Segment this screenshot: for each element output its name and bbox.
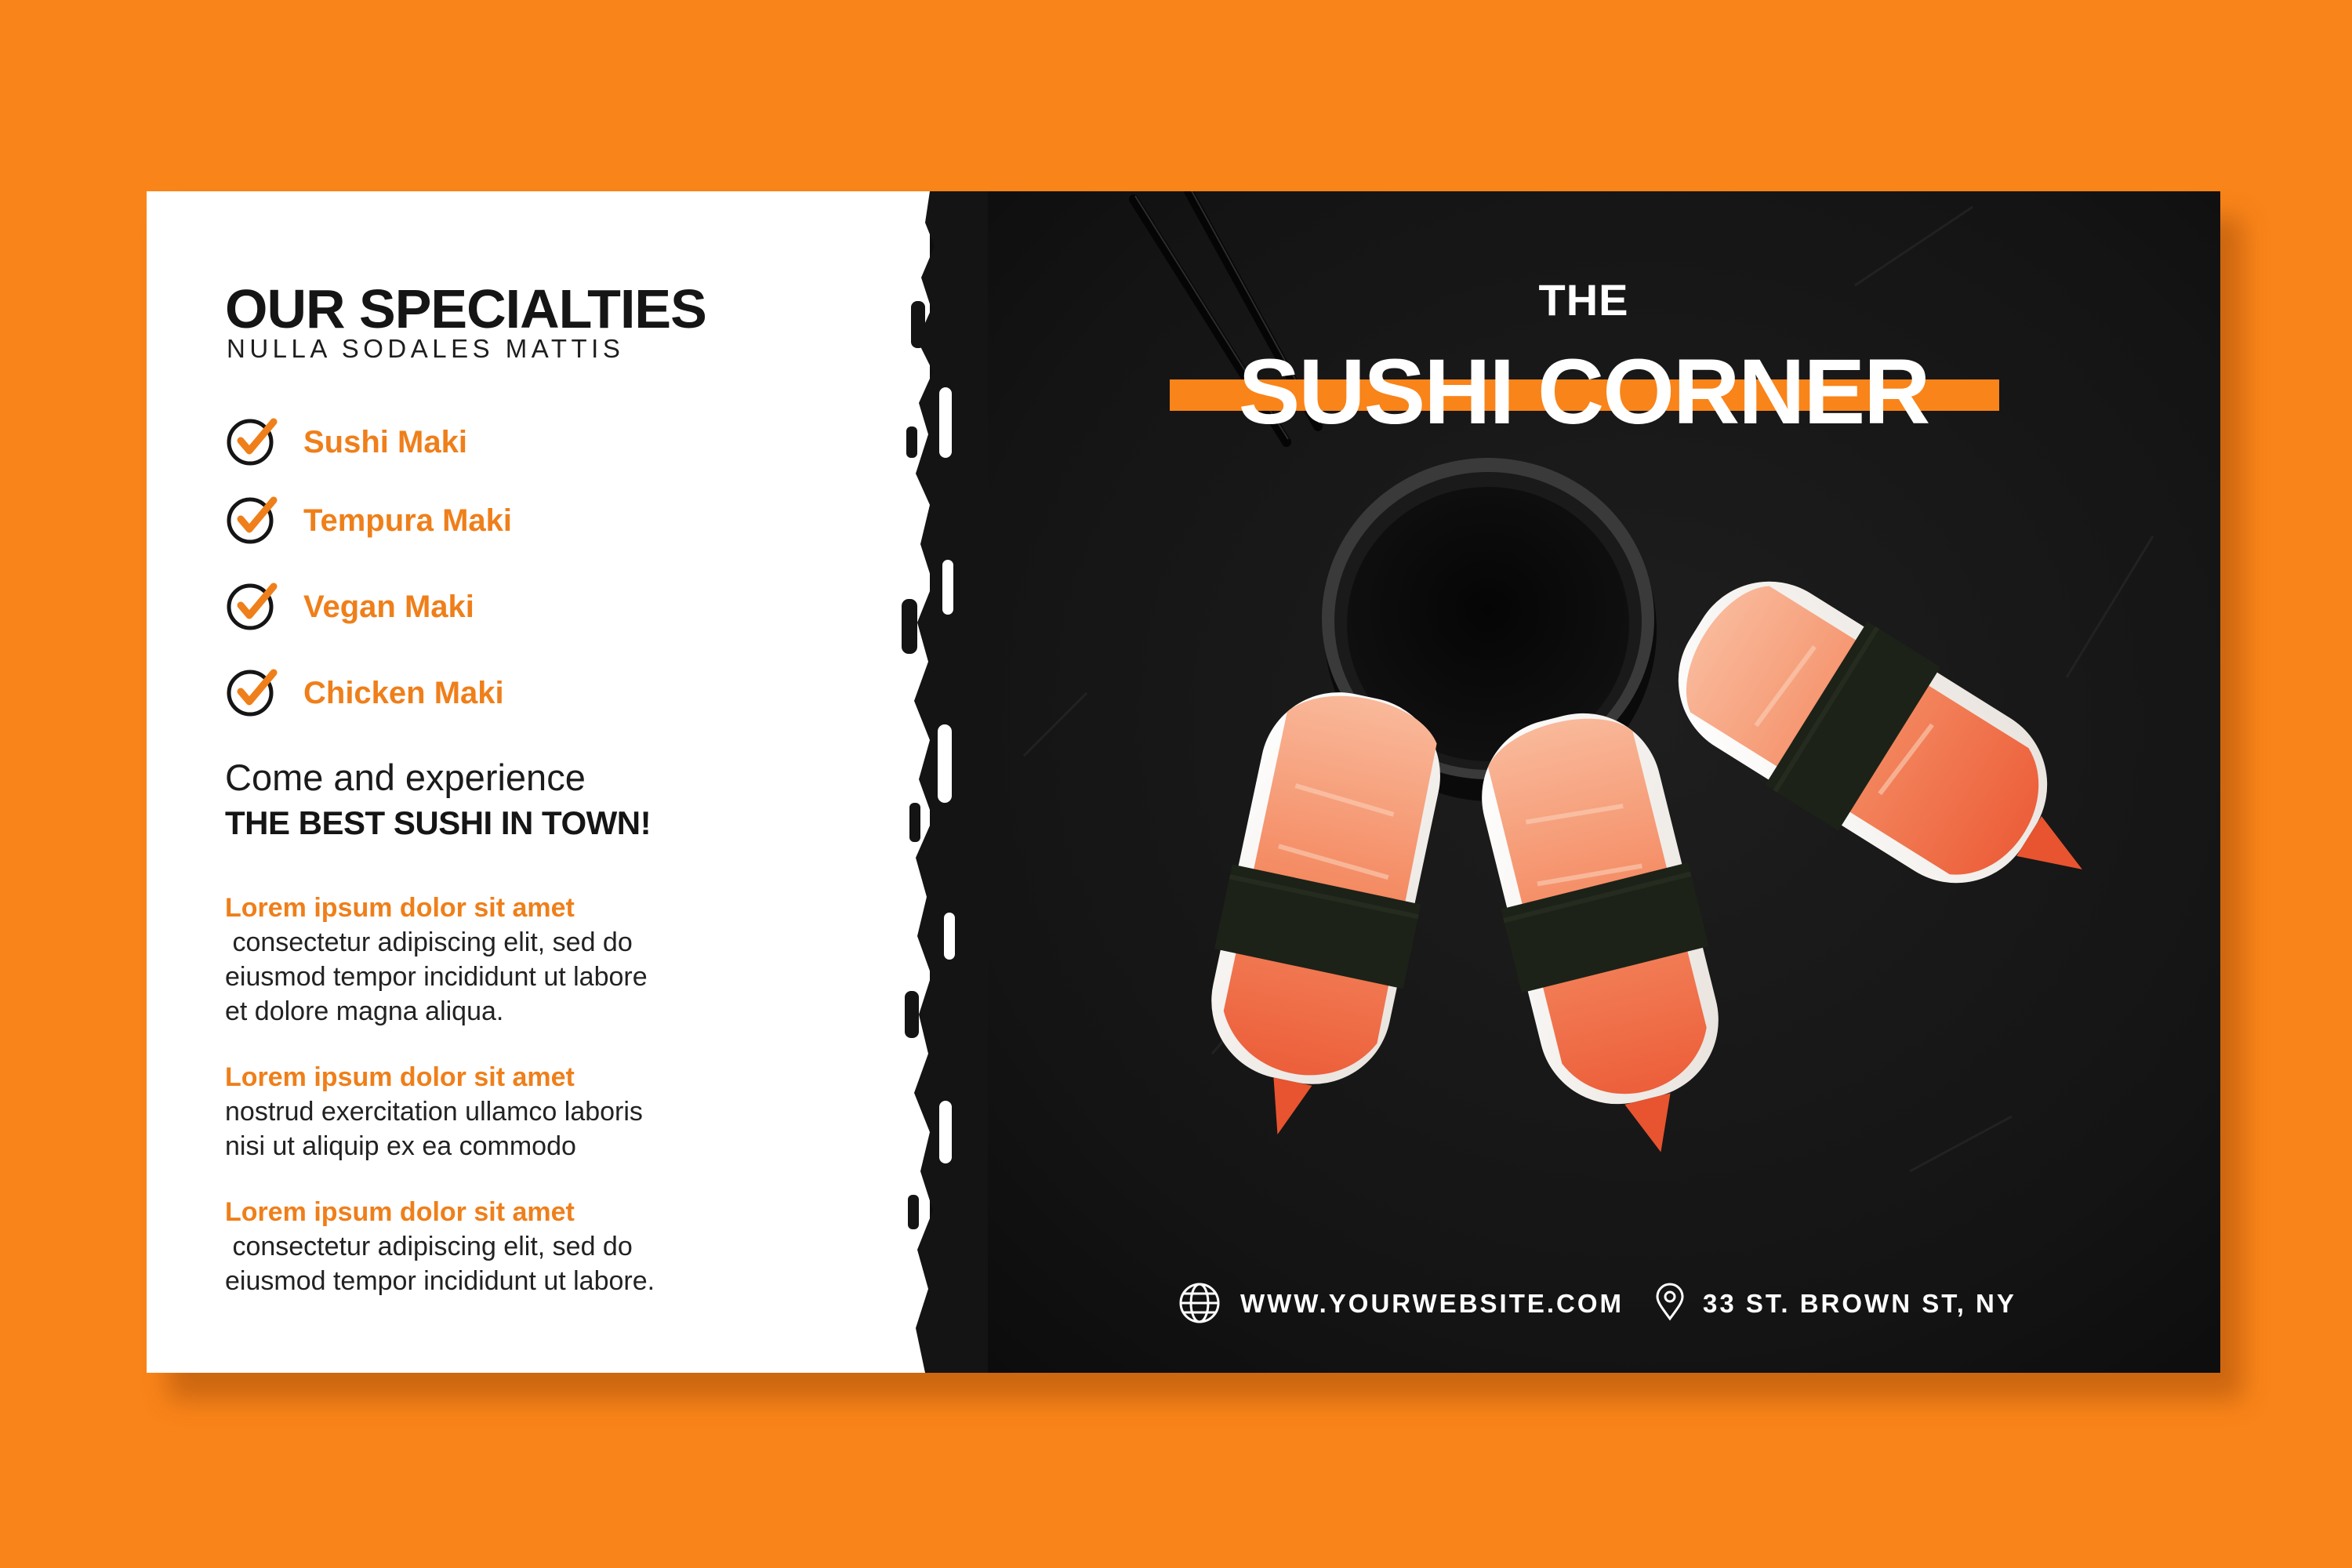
website-link[interactable]: WWW.YOURWEBSITE.COM — [1240, 1289, 1624, 1319]
specialty-item: Sushi Maki — [225, 412, 727, 475]
specialties-title: OUR SPECIALTIES — [225, 278, 707, 339]
specialties-subtitle: NULLA SODALES MATTIS — [227, 334, 625, 363]
specialty-item: Vegan Maki — [225, 577, 727, 640]
brand-pre-title: THE — [1538, 275, 1629, 325]
checkmark-circle-icon — [227, 496, 278, 544]
paragraph-line: nisi ut aliquip ex ea commodo — [225, 1131, 576, 1161]
paragraph-line: eiusmod tempor incididunt ut labore. — [225, 1266, 655, 1296]
info-paragraph: Lorem ipsum dolor sit amet consectetur a… — [225, 891, 774, 1029]
location-pin-icon — [1656, 1283, 1684, 1321]
tagline-line1: Come and experience — [225, 757, 586, 798]
globe-icon — [1179, 1283, 1220, 1323]
paragraph-heading: Lorem ipsum dolor sit amet — [225, 1197, 575, 1227]
paragraph-line: nostrud exercitation ullamco laboris — [225, 1097, 643, 1127]
paragraph-line: consectetur adipiscing elit, sed do — [225, 1232, 633, 1261]
info-paragraph: Lorem ipsum dolor sit amet consectetur a… — [225, 1195, 774, 1298]
paragraph-line: eiusmod tempor incididunt ut labore — [225, 962, 648, 992]
website-contact[interactable]: WWW.YOURWEBSITE.COM — [1176, 1279, 1646, 1327]
info-paragraph: Lorem ipsum dolor sit amet nostrud exerc… — [225, 1060, 774, 1163]
specialty-label: Chicken Maki — [303, 676, 504, 710]
checkmark-circle-icon — [227, 418, 278, 466]
paragraph-line: et dolore magna aliqua. — [225, 996, 504, 1026]
specialty-item: Tempura Maki — [225, 491, 727, 554]
specialty-label: Tempura Maki — [303, 503, 512, 538]
specialty-item: Chicken Maki — [225, 663, 727, 726]
paragraph-line: consectetur adipiscing elit, sed do — [225, 927, 633, 957]
brush-edge-decoration — [902, 191, 988, 1373]
checkmark-circle-icon — [227, 583, 278, 630]
tagline-line2: THE BEST SUSHI IN TOWN! — [225, 804, 652, 841]
brand-title: SUSHI CORNER — [1238, 340, 1931, 444]
address-text: 33 ST. BROWN ST, NY — [1703, 1289, 2016, 1318]
checkmark-circle-icon — [227, 669, 278, 717]
specialty-label: Sushi Maki — [303, 425, 467, 459]
specialty-label: Vegan Maki — [303, 590, 474, 624]
paragraph-heading: Lorem ipsum dolor sit amet — [225, 893, 575, 923]
address-contact: 33 ST. BROWN ST, NY — [1651, 1279, 2014, 1327]
paragraph-heading: Lorem ipsum dolor sit amet — [225, 1062, 575, 1092]
